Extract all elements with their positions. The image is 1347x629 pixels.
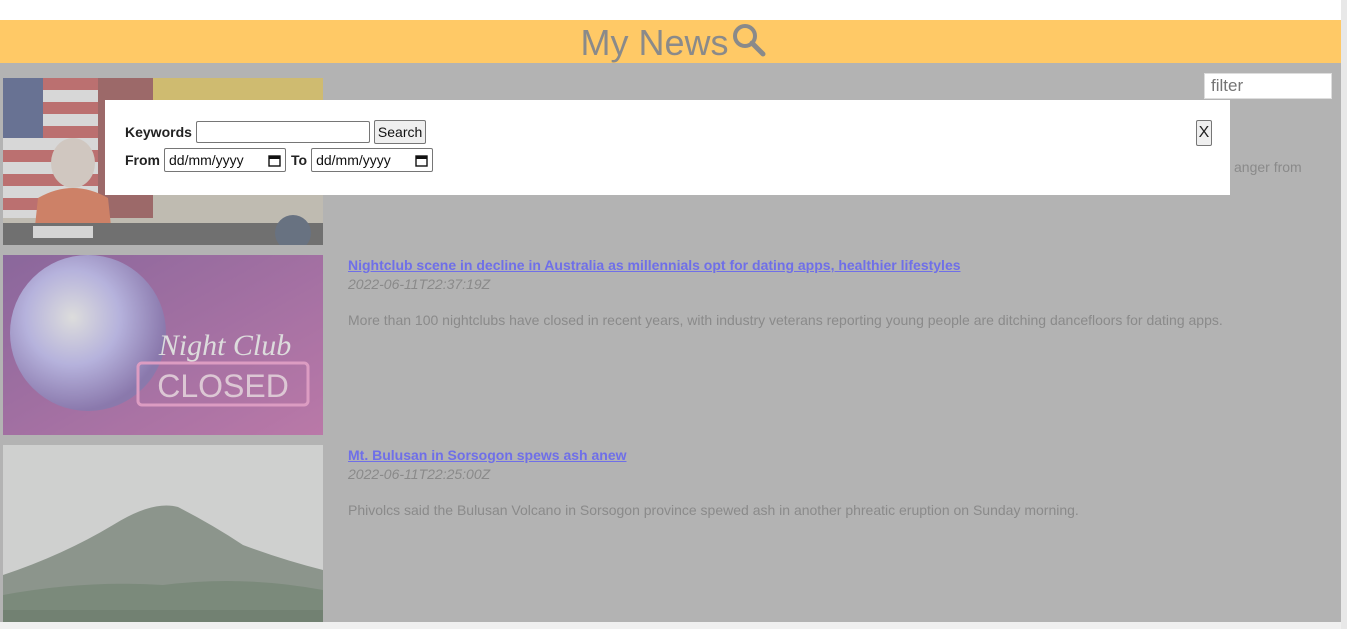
article-body: Nightclub scene in decline in Australia … (348, 255, 1333, 328)
article-description: Phivolcs said the Bulusan Volcano in Sor… (348, 502, 1079, 518)
scrollbar[interactable] (1341, 0, 1347, 629)
article-image (3, 445, 323, 622)
from-date-placeholder: dd/mm/yyyy (169, 152, 244, 168)
to-label: To (291, 152, 308, 168)
close-button[interactable]: X (1196, 120, 1212, 146)
list-item: Mt. Bulusan in Sorsogon spews ash anew 2… (3, 445, 1333, 622)
keywords-label: Keywords (125, 124, 192, 140)
article-title-link[interactable]: Nightclub scene in decline in Australia … (348, 257, 1333, 273)
to-date-input[interactable]: dd/mm/yyyy (311, 148, 434, 172)
page-title: My News (580, 21, 729, 63)
article-description: anger from (1234, 159, 1302, 175)
image-text: Night Club (158, 329, 292, 362)
bottom-bar (0, 622, 1341, 629)
calendar-icon[interactable] (268, 154, 281, 167)
date-row: From dd/mm/yyyy To dd/mm/yyyy (125, 148, 434, 172)
article-date: 2022-06-11T22:37:19Z (348, 276, 491, 292)
search-modal: Keywords Search From dd/mm/yyyy To dd/mm… (105, 100, 1230, 195)
from-label: From (125, 152, 160, 168)
article-date: 2022-06-11T22:25:00Z (348, 466, 491, 482)
article-title-link[interactable]: Mt. Bulusan in Sorsogon spews ash anew (348, 447, 1333, 463)
list-item: Night Club CLOSED Nightclub scene in dec… (3, 255, 1333, 435)
article-image: Night Club CLOSED (3, 255, 323, 435)
calendar-icon[interactable] (415, 154, 428, 167)
keywords-input[interactable] (195, 121, 370, 143)
app-header: My News (0, 20, 1347, 63)
article-description: More than 100 nightclubs have closed in … (348, 312, 1223, 328)
article-body: Mt. Bulusan in Sorsogon spews ash anew 2… (348, 445, 1333, 518)
to-date-placeholder: dd/mm/yyyy (316, 152, 391, 168)
search-button[interactable]: Search (373, 120, 427, 144)
image-text: CLOSED (157, 368, 289, 404)
from-date-input[interactable]: dd/mm/yyyy (164, 148, 286, 172)
search-icon[interactable] (731, 22, 767, 58)
keywords-row: Keywords Search (125, 120, 427, 144)
